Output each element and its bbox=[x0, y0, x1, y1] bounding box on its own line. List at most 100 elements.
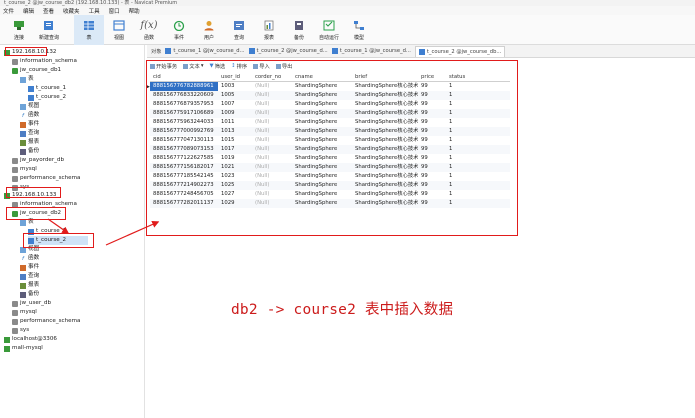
database-icon bbox=[12, 67, 18, 74]
toolbar-function-button[interactable]: f(x) 函数 bbox=[134, 15, 164, 45]
toolbar-label: 用户 bbox=[203, 34, 214, 41]
table-icon bbox=[165, 48, 172, 54]
database-icon bbox=[12, 166, 18, 173]
highlight-box-conn-133 bbox=[6, 187, 61, 198]
tree-db-performance-schema[interactable]: performance_schema bbox=[12, 174, 80, 183]
tree-folder-reports[interactable]: 报表 bbox=[20, 138, 39, 147]
menu-window[interactable]: 窗口 bbox=[109, 7, 120, 15]
tree-db-mysql[interactable]: mysql bbox=[12, 165, 37, 174]
tab-t-course-2-db2[interactable]: t_course_2 @jw_course_db... bbox=[414, 45, 506, 57]
database-icon bbox=[12, 309, 18, 316]
tab-label: t_course_1 @jw_course_d... bbox=[339, 48, 411, 54]
backup-icon bbox=[20, 148, 26, 155]
table-icon bbox=[418, 48, 425, 55]
highlight-box-t-course-2 bbox=[23, 233, 94, 248]
toolbar-report-button[interactable]: 报表 bbox=[254, 15, 284, 45]
toolbar-view-button[interactable]: 视图 bbox=[104, 15, 134, 45]
toolbar-label: 视图 bbox=[113, 34, 124, 41]
table-icon bbox=[83, 20, 96, 32]
database-icon bbox=[12, 327, 18, 334]
tree-connection-localhost[interactable]: localhost@3306 bbox=[4, 335, 57, 344]
tab-t-course-2-db1[interactable]: t_course_2 @jw_course_d... bbox=[248, 48, 328, 54]
table-icon bbox=[331, 48, 338, 54]
tab-label: t_course_1 @jw_course_d... bbox=[173, 48, 245, 54]
tree-table-t-course-1[interactable]: t_course_1 bbox=[28, 84, 66, 93]
tree-label: mysql bbox=[20, 166, 37, 172]
menu-edit[interactable]: 编辑 bbox=[23, 7, 34, 15]
highlight-box-grid bbox=[146, 60, 518, 236]
toolbar-label: 函数 bbox=[143, 34, 154, 41]
tree-db-information-schema[interactable]: information_schema bbox=[12, 57, 77, 66]
tree-db-performance-schema-2[interactable]: performance_schema bbox=[12, 317, 80, 326]
tree-label: mysql bbox=[20, 309, 37, 315]
view-icon bbox=[113, 20, 126, 32]
toolbar-table-button[interactable]: 表 bbox=[74, 15, 104, 45]
event-icon bbox=[173, 20, 186, 32]
tree-folder-queries[interactable]: 查询 bbox=[20, 129, 39, 138]
tree-folder-backups[interactable]: 备份 bbox=[20, 147, 39, 156]
tree-label: 报表 bbox=[28, 139, 40, 145]
connection-tree[interactable]: 192.168.10.132 information_schema jw_cou… bbox=[0, 45, 145, 418]
menu-tools[interactable]: 工具 bbox=[89, 7, 100, 15]
database-icon bbox=[12, 318, 18, 325]
tree-folder-queries-2[interactable]: 查询 bbox=[20, 272, 39, 281]
tree-label: mall-mysql bbox=[12, 345, 43, 351]
function-icon: f(x) bbox=[140, 20, 158, 31]
toolbar-user-button[interactable]: 用户 bbox=[194, 15, 224, 45]
toolbar-label: 表 bbox=[86, 34, 92, 41]
menu-view[interactable]: 查看 bbox=[43, 7, 54, 15]
tree-db-mysql-2[interactable]: mysql bbox=[12, 308, 37, 317]
tree-label: jw_payorder_db bbox=[20, 157, 65, 163]
toolbar-label: 备份 bbox=[293, 34, 304, 41]
tab-t-course-1-db1[interactable]: t_course_1 @jw_course_d... bbox=[165, 48, 245, 54]
database-icon bbox=[12, 157, 18, 164]
new-query-icon bbox=[43, 20, 56, 32]
backup-icon bbox=[20, 291, 26, 298]
toolbar-autorun-button[interactable]: 自动运行 bbox=[314, 15, 344, 45]
view-folder-icon bbox=[20, 103, 26, 110]
toolbar-backup-button[interactable]: 备份 bbox=[284, 15, 314, 45]
tree-connection-mall-mysql[interactable]: mall-mysql bbox=[4, 344, 43, 353]
main-toolbar: 连接 新建查询 表 视图 f(x) 函数 事件 用户 查询 报表 备份 自动运行 bbox=[0, 15, 695, 45]
toolbar-model-button[interactable]: 模型 bbox=[344, 15, 374, 45]
highlight-box-conn-132 bbox=[5, 47, 47, 56]
tree-folder-reports-2[interactable]: 报表 bbox=[20, 281, 39, 290]
tree-label: 表 bbox=[28, 76, 34, 82]
tree-label: 事件 bbox=[28, 264, 40, 270]
table-icon bbox=[28, 85, 34, 92]
tree-folder-events-2[interactable]: 事件 bbox=[20, 263, 39, 272]
tree-folder-functions-2[interactable]: f 函数 bbox=[20, 254, 39, 263]
tree-folder-backups-2[interactable]: 备份 bbox=[20, 290, 39, 299]
tree-db-jw-user-db[interactable]: jw_user_db bbox=[12, 299, 51, 308]
tree-folder-functions[interactable]: f 函数 bbox=[20, 111, 39, 120]
menu-favorites[interactable]: 收藏夹 bbox=[63, 7, 80, 15]
toolbar-query-button[interactable]: 查询 bbox=[224, 15, 254, 45]
toolbar-label: 模型 bbox=[353, 34, 364, 41]
tree-label: 事件 bbox=[28, 121, 40, 127]
tree-folder-tables[interactable]: 表 bbox=[20, 75, 34, 84]
toolbar-connection-button[interactable]: 连接 bbox=[4, 15, 34, 45]
tree-db-jw-payorder-db[interactable]: jw_payorder_db bbox=[12, 156, 64, 165]
tree-db-sys-2[interactable]: sys bbox=[12, 326, 29, 335]
event-icon bbox=[20, 121, 26, 128]
event-icon bbox=[20, 264, 26, 271]
menu-file[interactable]: 文件 bbox=[3, 7, 14, 15]
tree-db-jw-course-db1[interactable]: jw_course_db1 bbox=[12, 66, 61, 75]
tab-objects[interactable]: 对象 bbox=[151, 48, 161, 55]
tab-t-course-1-db2[interactable]: t_course_1 @jw_course_d... bbox=[331, 48, 411, 54]
menu-help[interactable]: 帮助 bbox=[129, 7, 140, 15]
tree-label: 函数 bbox=[28, 255, 40, 261]
tree-table-t-course-2[interactable]: t_course_2 bbox=[28, 93, 66, 102]
tree-label: t_course_2 bbox=[36, 94, 67, 100]
tree-label: 函数 bbox=[28, 112, 40, 118]
tree-folder-views[interactable]: 视图 bbox=[20, 102, 39, 111]
tree-label: information_schema bbox=[20, 58, 77, 64]
tree-label: sys bbox=[20, 327, 30, 333]
annotation-text: db2 -> course2 表中插入数据 bbox=[231, 302, 454, 318]
tree-label: t_course_1 bbox=[36, 85, 67, 91]
tree-label: 查询 bbox=[28, 130, 40, 136]
query-icon bbox=[20, 273, 26, 280]
toolbar-event-button[interactable]: 事件 bbox=[164, 15, 194, 45]
tree-folder-events[interactable]: 事件 bbox=[20, 120, 39, 129]
toolbar-new-query-button[interactable]: 新建查询 bbox=[34, 15, 64, 45]
